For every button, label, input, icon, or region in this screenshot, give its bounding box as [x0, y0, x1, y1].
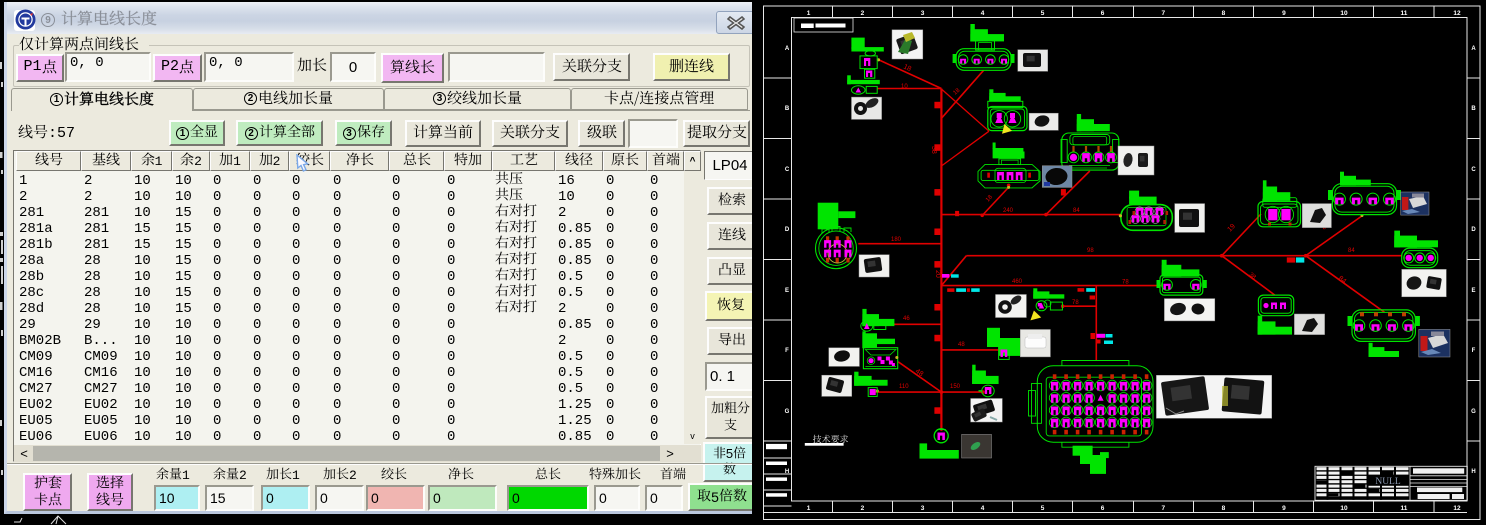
svg-text:F: F — [785, 348, 789, 354]
svg-text:110: 110 — [899, 384, 909, 390]
svg-text:H: H — [1471, 469, 1475, 475]
svg-text:G: G — [785, 409, 790, 415]
svg-text:A: A — [1471, 46, 1476, 52]
svg-text:5: 5 — [1041, 505, 1045, 512]
svg-text:7: 7 — [1161, 505, 1165, 512]
svg-text:460: 460 — [1012, 279, 1023, 285]
svg-text:12: 12 — [1453, 505, 1461, 512]
svg-text:C: C — [785, 167, 790, 173]
svg-text:10: 10 — [1340, 10, 1348, 17]
svg-text:12: 12 — [1453, 10, 1461, 17]
svg-text:150: 150 — [950, 384, 961, 390]
svg-text:1: 1 — [807, 505, 811, 512]
svg-text:B: B — [785, 106, 790, 112]
svg-text:E: E — [1471, 288, 1475, 294]
svg-text:C: C — [1471, 167, 1476, 173]
svg-text:78: 78 — [1122, 280, 1129, 286]
svg-text:4: 4 — [981, 10, 985, 17]
svg-text:11: 11 — [1400, 10, 1407, 17]
svg-text:6: 6 — [1101, 10, 1105, 17]
svg-text:8: 8 — [1222, 10, 1226, 17]
svg-text:8: 8 — [1222, 505, 1226, 512]
svg-text:2: 2 — [861, 505, 865, 512]
svg-text:48: 48 — [958, 342, 965, 348]
svg-text:NULL: NULL — [1375, 477, 1401, 487]
svg-text:F: F — [1472, 348, 1476, 354]
svg-text:4: 4 — [981, 505, 985, 512]
svg-text:2: 2 — [861, 10, 865, 17]
svg-text:G: G — [1471, 409, 1476, 415]
svg-text:46: 46 — [903, 316, 910, 322]
svg-text:98: 98 — [1087, 248, 1094, 254]
svg-text:11: 11 — [1400, 505, 1407, 512]
svg-text:A: A — [785, 46, 790, 52]
svg-text:10: 10 — [1340, 505, 1348, 512]
svg-text:20: 20 — [934, 270, 941, 278]
svg-text:1: 1 — [807, 10, 811, 17]
svg-text:10: 10 — [901, 84, 908, 90]
svg-text:84: 84 — [1348, 248, 1355, 254]
svg-text:6: 6 — [1101, 505, 1105, 512]
svg-text:E: E — [785, 288, 789, 294]
svg-text:38: 38 — [930, 146, 937, 154]
svg-text:7: 7 — [1161, 10, 1165, 17]
svg-text:D: D — [1471, 227, 1476, 233]
svg-text:3: 3 — [921, 10, 925, 17]
svg-text:D: D — [785, 227, 790, 233]
svg-text:9: 9 — [1282, 505, 1286, 512]
svg-text:5: 5 — [1041, 10, 1045, 17]
svg-text:240: 240 — [1003, 208, 1014, 214]
svg-text:84: 84 — [1073, 208, 1080, 214]
svg-text:180: 180 — [891, 237, 902, 243]
svg-text:B: B — [1471, 106, 1476, 112]
svg-text:78: 78 — [1072, 300, 1079, 306]
svg-text:3: 3 — [921, 505, 925, 512]
svg-text:9: 9 — [1282, 10, 1286, 17]
